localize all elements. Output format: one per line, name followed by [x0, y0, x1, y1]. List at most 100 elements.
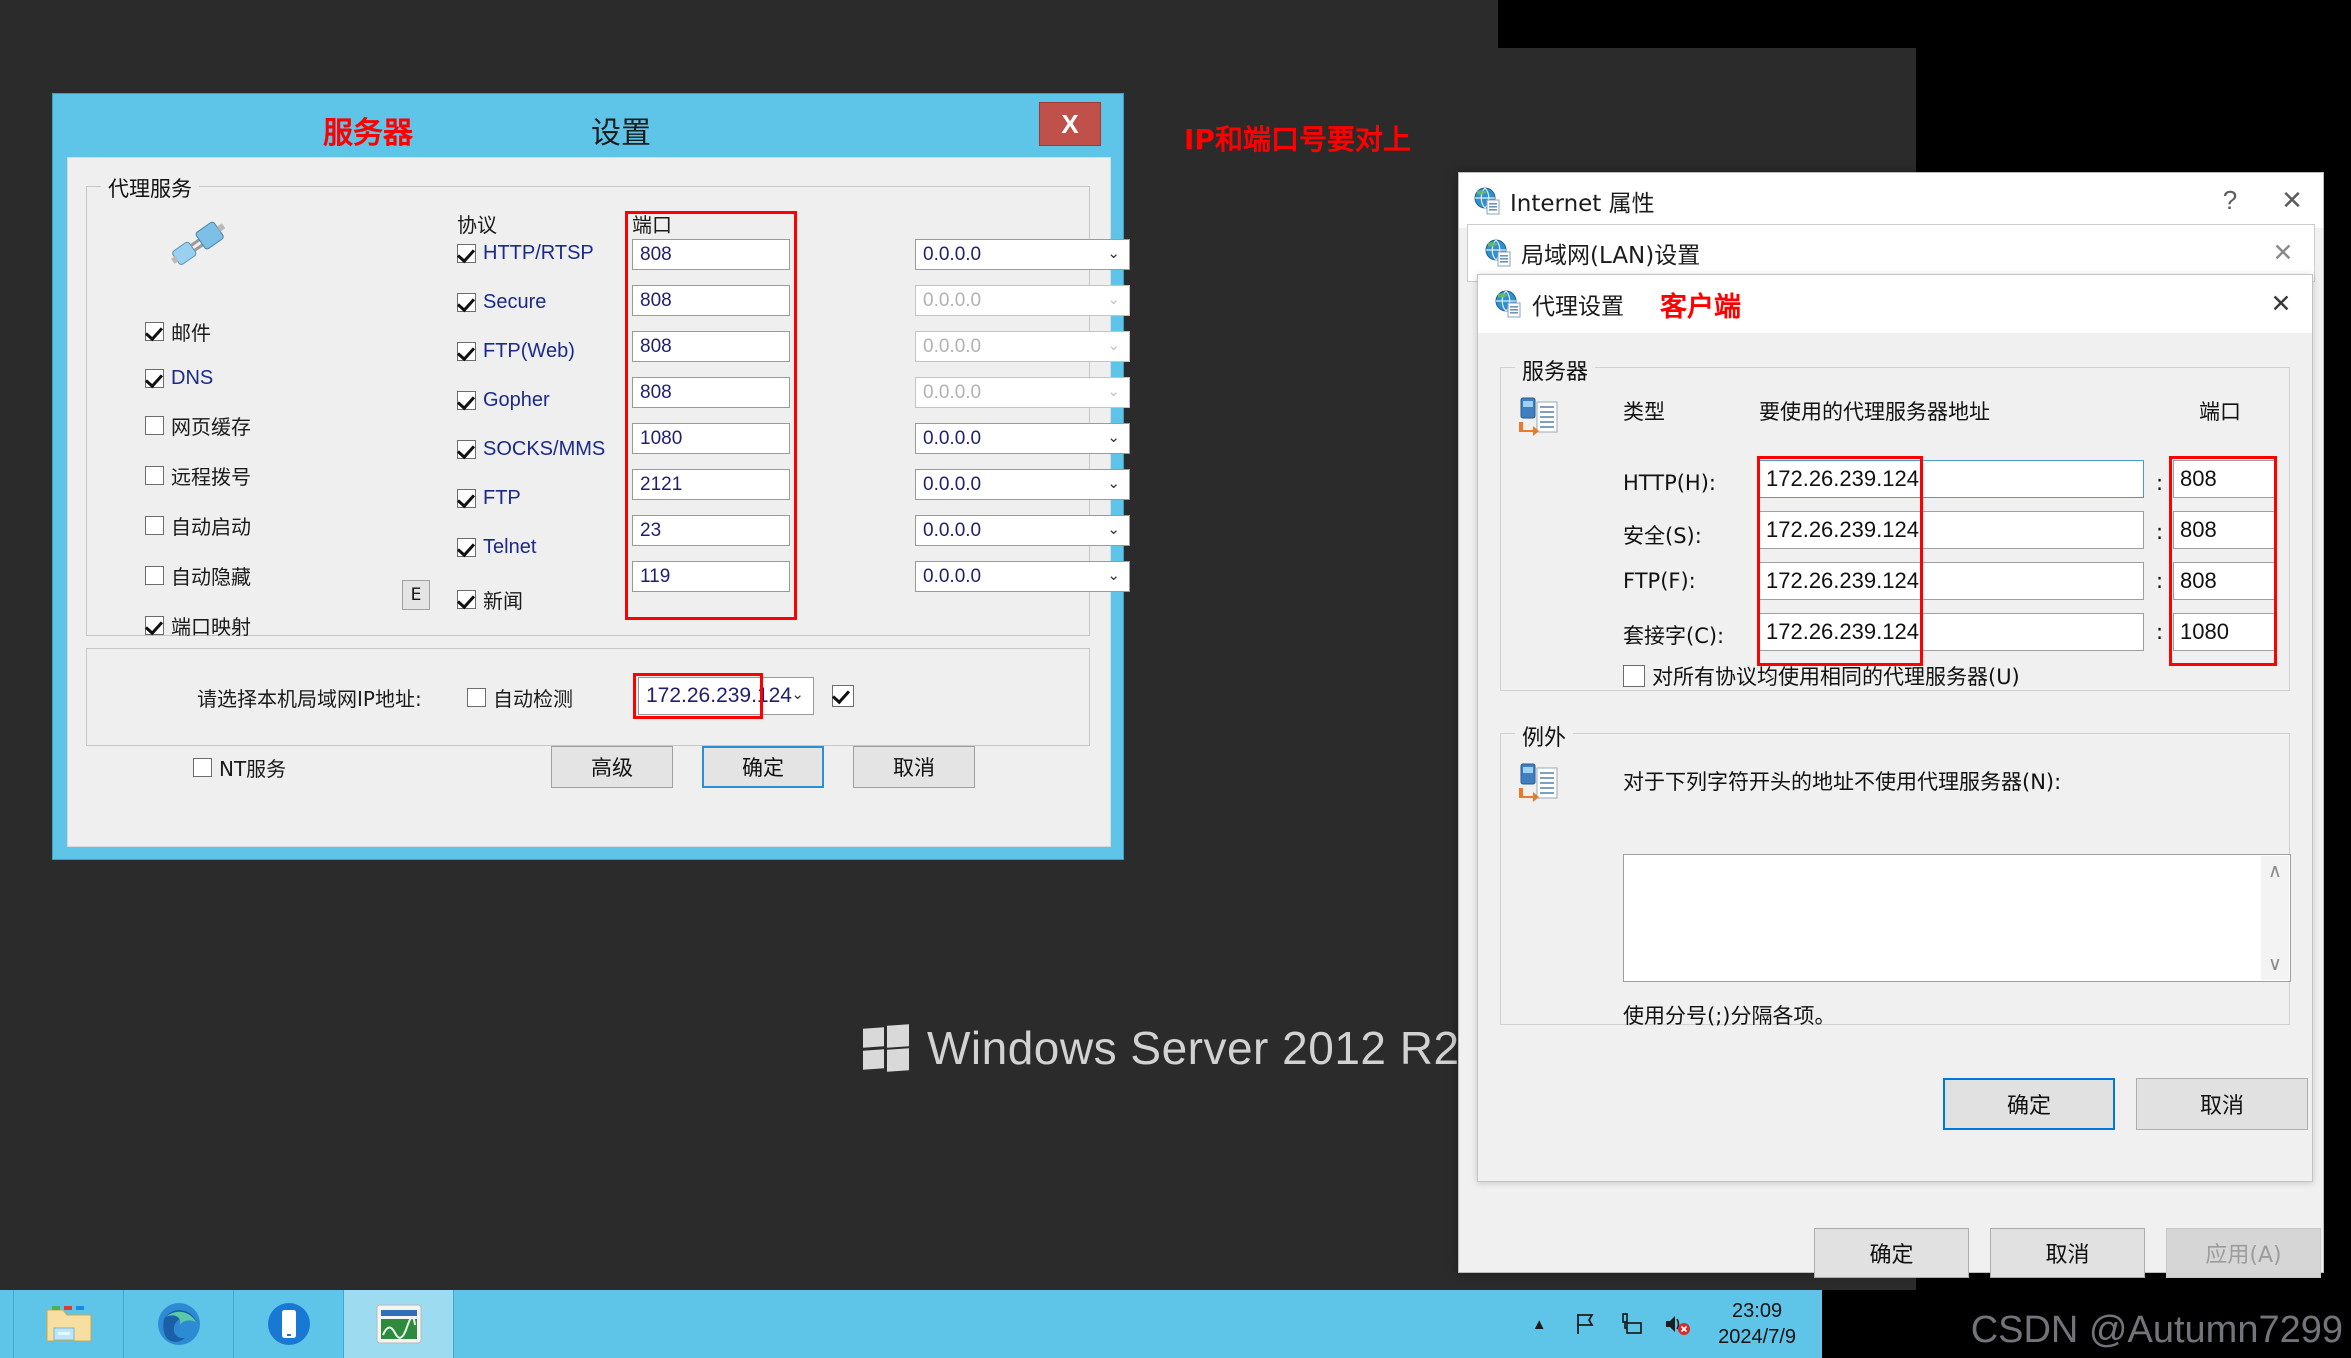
checkbox-icon[interactable]: [457, 244, 476, 263]
checkbox-icon[interactable]: [457, 440, 476, 459]
protocol-http-rtsp[interactable]: HTTP/RTSP: [457, 242, 605, 265]
proxy-address-secure[interactable]: 172.26.239.124: [1759, 511, 2144, 549]
taskbar-item-store[interactable]: [234, 1290, 344, 1358]
checkbox-icon[interactable]: [457, 391, 476, 410]
volume-muted-icon[interactable]: [1662, 1309, 1692, 1339]
port-input-secure[interactable]: 808: [632, 285, 790, 316]
checkbox-icon[interactable]: [457, 538, 476, 557]
checkbox-icon[interactable]: [145, 566, 164, 585]
checkbox-icon[interactable]: [457, 489, 476, 508]
ok-button[interactable]: 确定: [702, 746, 824, 788]
same-proxy-checkbox[interactable]: 对所有协议均使用相同的代理服务器(U): [1623, 661, 2020, 691]
checkbox-icon[interactable]: [193, 758, 212, 777]
close-icon[interactable]: ✕: [2252, 238, 2314, 268]
close-icon[interactable]: X: [1039, 102, 1101, 146]
colon-separator: :: [2156, 471, 2164, 495]
proxy-address-ftp[interactable]: 172.26.239.124: [1759, 562, 2144, 600]
chevron-down-icon[interactable]: ⌄: [1107, 428, 1120, 446]
port-input-telnet[interactable]: 23: [632, 515, 790, 546]
checkbox-icon[interactable]: [145, 369, 164, 388]
internet-properties-cancel-button[interactable]: 取消: [1990, 1228, 2145, 1278]
option-mail[interactable]: 邮件: [145, 317, 251, 346]
checkbox-icon[interactable]: [145, 416, 164, 435]
checkbox-icon[interactable]: [1623, 665, 1645, 687]
chevron-down-icon[interactable]: ∨: [2268, 953, 2282, 976]
flag-icon[interactable]: [1570, 1309, 1600, 1339]
checkbox-icon[interactable]: [467, 688, 486, 707]
local-ip-enable-checkbox[interactable]: [832, 685, 854, 707]
port-input-ftp[interactable]: 2121: [632, 469, 790, 500]
checkbox-icon[interactable]: [145, 516, 164, 535]
taskbar-item-task-manager[interactable]: [344, 1290, 454, 1358]
proxy-port-secure[interactable]: 808: [2173, 511, 2277, 549]
option-auto-hide[interactable]: 自动隐藏: [145, 561, 251, 590]
chevron-up-icon[interactable]: ∧: [2268, 860, 2282, 883]
chevron-down-icon[interactable]: ⌄: [791, 685, 804, 703]
option-remote-dialup[interactable]: 远程拨号: [145, 461, 251, 490]
proxy-server-settings-window: 服务器 设置 X 代理服务 邮件 DNS 网页缓存 远程拨号 自动启动 自动隐藏…: [52, 93, 1130, 860]
option-web-cache[interactable]: 网页缓存: [145, 411, 251, 440]
advanced-button[interactable]: 高级: [551, 746, 673, 788]
ip-select-http-rtsp[interactable]: 0.0.0.0 ⌄: [915, 239, 1130, 270]
show-hidden-icons-button[interactable]: ▲: [1524, 1309, 1554, 1339]
proxy-address-http[interactable]: 172.26.239.124: [1759, 460, 2144, 498]
checkbox-icon[interactable]: [457, 293, 476, 312]
ip-select-ftp-value: 0.0.0.0: [923, 473, 982, 495]
proxy-settings-title: 代理设置: [1532, 294, 1624, 320]
cancel-button[interactable]: 取消: [853, 746, 975, 788]
ip-select-ftp[interactable]: 0.0.0.0 ⌄: [915, 469, 1130, 500]
auto-detect-checkbox[interactable]: 自动检测: [467, 683, 573, 712]
option-port-mapping[interactable]: 端口映射: [145, 611, 251, 640]
close-icon[interactable]: ✕: [2261, 173, 2323, 228]
port-mapping-edit-button[interactable]: E: [402, 580, 430, 610]
ip-select-telnet[interactable]: 0.0.0.0 ⌄: [915, 515, 1130, 546]
proxy-port-ftp[interactable]: 808: [2173, 562, 2277, 600]
chevron-down-icon[interactable]: ⌄: [1107, 244, 1120, 262]
proxy-ok-button[interactable]: 确定: [1943, 1078, 2115, 1130]
server-proxy-icon: [1519, 763, 1558, 802]
checkbox-icon[interactable]: [457, 590, 476, 609]
clock[interactable]: 23:09 2024/7/9: [1708, 1298, 1810, 1350]
port-input-ftp-web[interactable]: 808: [632, 331, 790, 362]
help-icon[interactable]: ?: [2199, 173, 2261, 228]
proxy-address-socks[interactable]: 172.26.239.124: [1759, 613, 2144, 651]
protocol-gopher[interactable]: Gopher: [457, 389, 605, 412]
ip-select-news[interactable]: 0.0.0.0 ⌄: [915, 561, 1130, 592]
checkbox-icon[interactable]: [145, 616, 164, 635]
port-input-http-rtsp[interactable]: 808: [632, 239, 790, 270]
nt-service-checkbox[interactable]: NT服务: [193, 753, 286, 782]
chevron-down-icon[interactable]: ⌄: [1107, 520, 1120, 538]
protocol-ftp[interactable]: FTP: [457, 487, 605, 510]
chevron-down-icon[interactable]: ⌄: [1107, 566, 1120, 584]
checkbox-icon[interactable]: [145, 322, 164, 341]
windows-server-watermark-text: Windows Server 2012 R2: [927, 1022, 1460, 1074]
taskbar-item-file-explorer[interactable]: [14, 1290, 124, 1358]
network-icon[interactable]: [1616, 1309, 1646, 1339]
chevron-down-icon[interactable]: ⌄: [1107, 474, 1120, 492]
checkbox-icon[interactable]: [145, 466, 164, 485]
taskbar-item-edge[interactable]: [124, 1290, 234, 1358]
proxy-port-http[interactable]: 808: [2173, 460, 2277, 498]
protocol-news[interactable]: 新闻: [457, 585, 605, 614]
checkbox-icon[interactable]: [457, 342, 476, 361]
local-ip-select[interactable]: 172.26.239.124 ⌄: [638, 677, 814, 715]
protocol-ftp-web[interactable]: FTP(Web): [457, 340, 605, 363]
ip-select-telnet-value: 0.0.0.0: [923, 519, 982, 541]
protocol-secure[interactable]: Secure: [457, 291, 605, 314]
protocol-socks-mms[interactable]: SOCKS/MMS: [457, 438, 605, 461]
port-input-gopher[interactable]: 808: [632, 377, 790, 408]
internet-properties-ok-button[interactable]: 确定: [1814, 1228, 1969, 1278]
close-icon[interactable]: ✕: [2250, 289, 2312, 319]
port-input-socks-mms[interactable]: 1080: [632, 423, 790, 454]
option-dns[interactable]: DNS: [145, 367, 251, 390]
servers-group-title: 服务器: [1515, 354, 1596, 386]
exceptions-textarea[interactable]: ∧ ∨: [1623, 854, 2291, 982]
proxy-settings-window: 代理设置 客户端 ✕ 服务器 类型 要使用的代理服务器地址 端口 HTTP(H)…: [1477, 274, 2313, 1182]
proxy-port-socks[interactable]: 1080: [2173, 613, 2277, 651]
exceptions-scrollbar[interactable]: ∧ ∨: [2261, 856, 2289, 980]
ip-select-socks-mms[interactable]: 0.0.0.0 ⌄: [915, 423, 1130, 454]
port-input-news[interactable]: 119: [632, 561, 790, 592]
option-auto-start[interactable]: 自动启动: [145, 511, 251, 540]
proxy-cancel-button[interactable]: 取消: [2136, 1078, 2308, 1130]
protocol-telnet[interactable]: Telnet: [457, 536, 605, 559]
